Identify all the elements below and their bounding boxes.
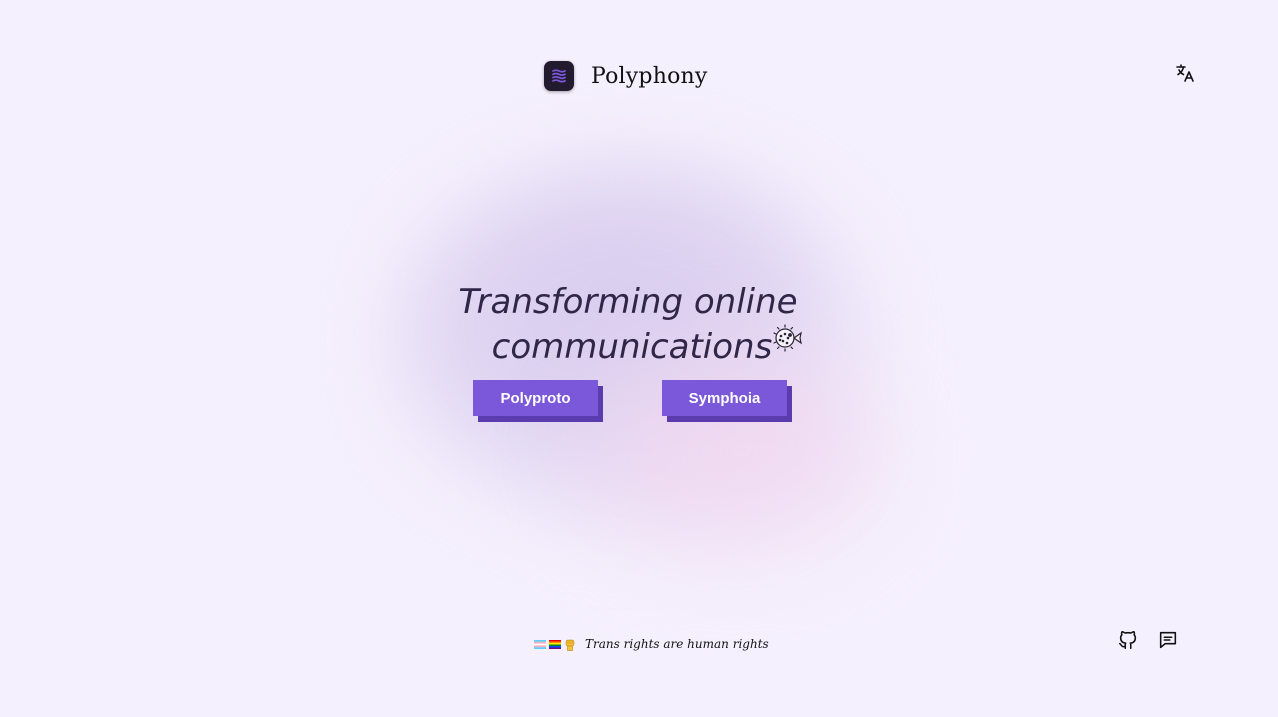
footer-note: Trans rights are human rights [534, 637, 769, 651]
chat-icon [1157, 629, 1179, 656]
hero-title-line-1: Transforming online [458, 282, 798, 322]
site-header: Polyphony [0, 58, 1278, 98]
transgender-flag-icon [534, 639, 546, 649]
chat-link[interactable] [1156, 630, 1180, 654]
brand[interactable]: Polyphony [544, 61, 708, 91]
hero-title-line-2: communications [491, 327, 773, 367]
translate-icon [1174, 62, 1196, 89]
github-icon [1117, 629, 1139, 656]
symphoia-button[interactable]: Symphoia [662, 380, 787, 416]
pride-flag-icon [549, 639, 561, 649]
polyproto-button[interactable]: Polyproto [473, 380, 598, 416]
github-link[interactable] [1116, 630, 1140, 654]
polyphony-logo-icon [544, 61, 574, 91]
hero-title: Transforming online communications [0, 280, 1256, 370]
brand-name: Polyphony [591, 63, 708, 89]
language-selector-button[interactable] [1172, 62, 1198, 88]
pufferfish-icon [772, 324, 804, 352]
footer-note-text: Trans rights are human rights [585, 637, 769, 651]
footer-links [1116, 630, 1180, 654]
raised-fist-icon [565, 639, 575, 651]
footer-note-icons [534, 638, 581, 651]
